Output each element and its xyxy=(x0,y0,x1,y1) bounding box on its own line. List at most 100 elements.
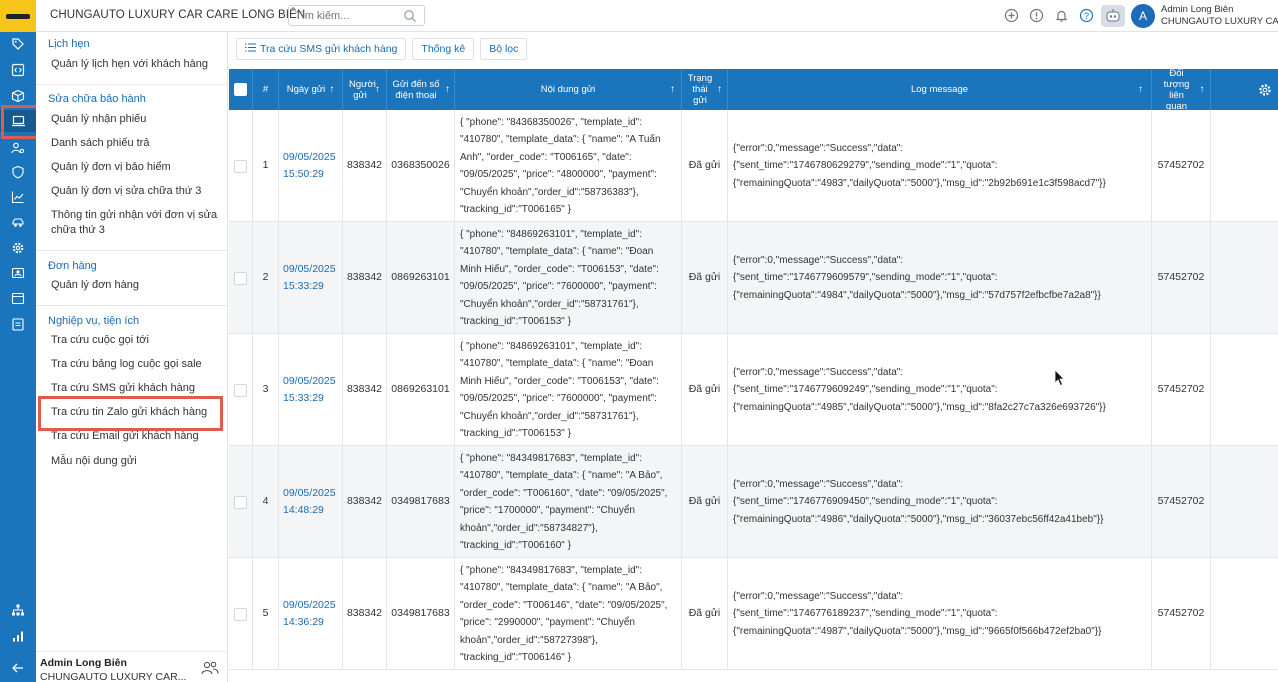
row-content: { "phone": "84368350026", "template_id":… xyxy=(455,110,682,222)
row-date[interactable]: 09/05/2025 15:33:29 xyxy=(279,334,343,446)
search-icon[interactable] xyxy=(403,9,417,23)
signal-bars-icon[interactable] xyxy=(0,626,36,646)
svg-text:?: ? xyxy=(1084,11,1089,21)
row-checkbox[interactable] xyxy=(229,334,253,446)
row-checkbox[interactable] xyxy=(229,446,253,558)
box-icon[interactable] xyxy=(0,86,36,106)
sidebar-section-utilities[interactable]: Nghiệp vụ, tiện ích xyxy=(48,315,139,327)
sidebar-section-repair[interactable]: Sửa chữa bảo hành xyxy=(48,93,146,105)
sort-arrow-icon[interactable]: ↑ xyxy=(445,84,450,95)
sort-arrow-icon[interactable]: ↑ xyxy=(1200,84,1205,95)
row-date-time[interactable]: 15:33:29 xyxy=(283,278,324,296)
search-box[interactable] xyxy=(288,5,425,26)
contact-card-icon[interactable] xyxy=(0,263,36,283)
table-row[interactable]: 3 09/05/2025 15:33:29 838342 0869263101{ "ph… xyxy=(229,334,1278,446)
header-sender[interactable]: Người gửi ↑ xyxy=(343,69,387,110)
row-date[interactable]: 09/05/2025 15:50:29 xyxy=(279,110,343,222)
row-date-day[interactable]: 09/05/2025 xyxy=(283,149,336,167)
tag-icon[interactable] xyxy=(0,34,36,54)
row-date-day[interactable]: 09/05/2025 xyxy=(283,485,336,503)
header-content-label: Nội dung gửi xyxy=(540,84,596,95)
list-icon xyxy=(245,43,256,55)
row-date-time[interactable]: 15:50:29 xyxy=(283,166,324,184)
sidebar-user[interactable]: Admin Long Biên CHUNGAUTO LUXURY CAR... xyxy=(40,656,186,682)
sort-arrow-icon[interactable]: ↑ xyxy=(1138,84,1143,95)
row-checkbox[interactable] xyxy=(229,222,253,334)
collapse-arrow-icon[interactable] xyxy=(0,658,36,678)
tab-statistics[interactable]: Thống kê xyxy=(412,38,475,60)
assistant-bot-icon[interactable] xyxy=(1101,5,1125,27)
row-date-time[interactable]: 14:36:29 xyxy=(283,614,324,632)
bell-icon[interactable] xyxy=(1053,7,1070,24)
calendar-icon[interactable] xyxy=(0,288,36,308)
shield-check-icon[interactable] xyxy=(0,162,36,182)
sort-arrow-icon[interactable]: ↑ xyxy=(717,84,722,95)
sidebar-item-templates[interactable]: Mẫu nội dung gửi xyxy=(51,454,137,469)
row-date-day[interactable]: 09/05/2025 xyxy=(283,373,336,391)
row-date-time[interactable]: 14:48:29 xyxy=(283,502,324,520)
table-row[interactable]: 4 09/05/2025 14:48:29 838342 0349817683{ "ph… xyxy=(229,446,1278,558)
row-sender: 838342 xyxy=(343,558,387,670)
header-date-label: Ngày gửi xyxy=(286,84,326,95)
sidebar-item-insurers[interactable]: Quản lý đơn vị bảo hiểm xyxy=(51,160,171,175)
sidebar-item-sms-lookup[interactable]: Tra cứu SMS gửi khách hàng xyxy=(51,381,195,396)
select-all-checkbox[interactable] xyxy=(229,69,253,110)
header-date[interactable]: Ngày gửi ↑ xyxy=(279,69,343,110)
row-related: 57452702 xyxy=(1152,222,1211,334)
sidebar-item-receive-tickets[interactable]: Quản lý nhận phiếu xyxy=(51,112,146,127)
car-icon[interactable] xyxy=(0,212,36,232)
sidebar-item-sale-call-log[interactable]: Tra cứu bảng log cuộc gọi sale xyxy=(51,357,202,372)
tab-sms-lookup[interactable]: Tra cứu SMS gửi khách hàng xyxy=(236,38,407,60)
sidebar-item-orders[interactable]: Quản lý đơn hàng xyxy=(51,278,139,293)
header-content[interactable]: Nội dung gửi ↑ xyxy=(455,69,682,110)
row-actions xyxy=(1211,558,1278,670)
sidebar-item-third-party[interactable]: Quản lý đơn vị sửa chữa thứ 3 xyxy=(51,184,201,199)
table-row[interactable]: 5 09/05/2025 14:36:29 838342 0349817683{ "ph… xyxy=(229,558,1278,670)
chart-line-icon[interactable] xyxy=(0,187,36,207)
header-phone[interactable]: Gửi đến số điện thoại ↑ xyxy=(387,69,455,110)
sidebar-item-incoming-calls[interactable]: Tra cứu cuộc gọi tới xyxy=(51,333,149,348)
sidebar-item-third-party-info[interactable]: Thông tin gửi nhận với đơn vị sửa chữa t… xyxy=(51,208,221,238)
header-status[interactable]: Trạng thái gửi ↑ xyxy=(682,69,728,110)
user-info[interactable]: Admin Long Biên CHUNGAUTO LUXURY CAR CAR… xyxy=(1161,4,1278,28)
header-related[interactable]: Đối tượng liên quan ↑ xyxy=(1152,69,1211,112)
highlight-box-sidebar xyxy=(38,396,223,431)
tab-filter[interactable]: Bộ lọc xyxy=(480,38,528,60)
column-settings-gear-icon[interactable] xyxy=(1211,69,1278,110)
alert-circle-icon[interactable] xyxy=(1028,7,1045,24)
row-checkbox[interactable] xyxy=(229,110,253,222)
search-input[interactable] xyxy=(295,9,395,23)
table-row[interactable]: 2 09/05/2025 15:33:29 838342 0869263101{ "ph… xyxy=(229,222,1278,334)
code-box-icon[interactable] xyxy=(0,60,36,80)
user-settings-icon[interactable] xyxy=(0,138,36,158)
row-date[interactable]: 09/05/2025 15:33:29 xyxy=(279,222,343,334)
row-date[interactable]: 09/05/2025 14:36:29 xyxy=(279,558,343,670)
sort-arrow-icon[interactable]: ↑ xyxy=(375,84,380,95)
sidebar-section-orders[interactable]: Đơn hàng xyxy=(48,260,97,272)
row-date-time[interactable]: 15:33:29 xyxy=(283,390,324,408)
users-switch-icon[interactable] xyxy=(201,660,219,679)
gear-icon[interactable] xyxy=(0,238,36,258)
sidebar-section-appointments[interactable]: Lịch hẹn xyxy=(48,38,90,50)
row-date[interactable]: 09/05/2025 14:48:29 xyxy=(279,446,343,558)
sidebar-item-email-lookup[interactable]: Tra cứu Email gửi khách hàng xyxy=(51,429,199,444)
user-name: Admin Long Biên xyxy=(1161,4,1234,15)
row-date-day[interactable]: 09/05/2025 xyxy=(283,597,336,615)
row-date-day[interactable]: 09/05/2025 xyxy=(283,261,336,279)
sort-arrow-icon[interactable]: ↑ xyxy=(329,84,334,95)
sitemap-icon[interactable] xyxy=(0,600,36,620)
avatar[interactable]: A xyxy=(1131,4,1155,28)
clipboard-icon[interactable] xyxy=(0,314,36,334)
table-row[interactable]: 1 09/05/2025 15:50:29 838342 0368350026{ "ph… xyxy=(229,110,1278,222)
sidebar-item-appointments[interactable]: Quản lý lịch hẹn với khách hàng xyxy=(51,57,208,72)
help-icon[interactable]: ? xyxy=(1078,7,1095,24)
sort-arrow-icon[interactable]: ↑ xyxy=(670,84,675,95)
header-log[interactable]: Log message ↑ xyxy=(728,69,1152,110)
sidebar-user-company: CHUNGAUTO LUXURY CAR... xyxy=(40,671,187,682)
add-circle-icon[interactable] xyxy=(1003,7,1020,24)
app-logo[interactable] xyxy=(0,0,36,32)
row-sender: 838342 xyxy=(343,222,387,334)
row-sender: 838342 xyxy=(343,334,387,446)
row-checkbox[interactable] xyxy=(229,558,253,670)
sidebar-item-return-tickets[interactable]: Danh sách phiếu trả xyxy=(51,136,149,151)
